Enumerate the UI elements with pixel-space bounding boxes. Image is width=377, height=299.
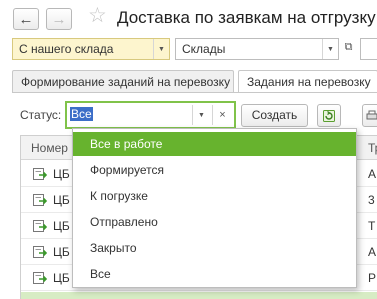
- document-arrow-icon: [33, 246, 48, 258]
- column-header-number[interactable]: Номер: [31, 141, 68, 155]
- arrow-right-icon: →: [51, 10, 67, 28]
- status-option-forming[interactable]: Формируется: [73, 158, 356, 182]
- status-input[interactable]: Все: [70, 107, 93, 123]
- title-bar: ← → ☆ Доставка по заявкам на отгрузку: [0, 0, 377, 36]
- document-arrow-icon: [33, 272, 48, 284]
- row-number: ЦБ: [53, 219, 70, 233]
- status-option-all-in-work[interactable]: Все в работе: [73, 132, 356, 156]
- page-title: Доставка по заявкам на отгрузку: [117, 8, 376, 27]
- tab-forming[interactable]: Формирование заданий на перевозку: [12, 70, 234, 92]
- chevron-down-icon[interactable]: ▼: [322, 39, 338, 59]
- selected-row-strip[interactable]: [21, 292, 377, 299]
- document-arrow-icon: [33, 220, 48, 232]
- row-tr: Р: [368, 271, 377, 285]
- print-button[interactable]: [362, 104, 377, 127]
- arrow-left-icon: ←: [18, 10, 34, 28]
- row-tr: А: [368, 167, 377, 181]
- refresh-button[interactable]: [317, 104, 341, 127]
- row-tr: Т: [368, 219, 376, 233]
- refresh-icon: [323, 109, 335, 122]
- row-number: ЦБ: [53, 245, 70, 259]
- status-field[interactable]: Все ▼ ×: [65, 101, 236, 129]
- document-arrow-icon: [33, 168, 48, 180]
- chevron-down-icon[interactable]: ▼: [192, 105, 210, 125]
- column-header-tr[interactable]: Тр: [368, 141, 377, 155]
- row-number: ЦБ: [53, 193, 70, 207]
- status-label: Статус:: [20, 108, 62, 122]
- status-value: Все: [70, 107, 93, 121]
- warehouses-value: Склады: [182, 42, 226, 56]
- chevron-down-icon[interactable]: ▼: [153, 39, 169, 59]
- back-button[interactable]: ←: [13, 8, 39, 30]
- create-button[interactable]: Создать: [241, 104, 308, 127]
- status-option-to-loading[interactable]: К погрузке: [73, 184, 356, 208]
- status-dropdown-list: Все в работе Формируется К погрузке Отпр…: [72, 128, 357, 288]
- extra-field[interactable]: [360, 38, 377, 60]
- status-option-sent[interactable]: Отправлено: [73, 210, 356, 234]
- row-tr: А: [368, 245, 377, 259]
- favorite-star-icon[interactable]: ☆: [88, 5, 107, 26]
- tab-divider: [12, 92, 377, 93]
- tab-transport-tasks[interactable]: Задания на перевозку: [238, 70, 377, 93]
- printer-icon: [366, 110, 377, 119]
- row-number: ЦБ: [53, 167, 70, 181]
- document-arrow-icon: [33, 194, 48, 206]
- row-number: ЦБ: [53, 271, 70, 285]
- row-tr: 3: [368, 193, 375, 207]
- warehouses-select[interactable]: Склады ▼: [175, 38, 339, 60]
- status-option-closed[interactable]: Закрыто: [73, 236, 356, 260]
- warehouse-source-value: С нашего склада: [19, 42, 114, 56]
- forward-button[interactable]: →: [46, 8, 72, 30]
- open-icon[interactable]: ⧉: [342, 41, 355, 54]
- warehouse-source-select[interactable]: С нашего склада ▼: [12, 38, 170, 60]
- clear-icon[interactable]: ×: [212, 105, 232, 125]
- status-option-all[interactable]: Все: [73, 262, 356, 286]
